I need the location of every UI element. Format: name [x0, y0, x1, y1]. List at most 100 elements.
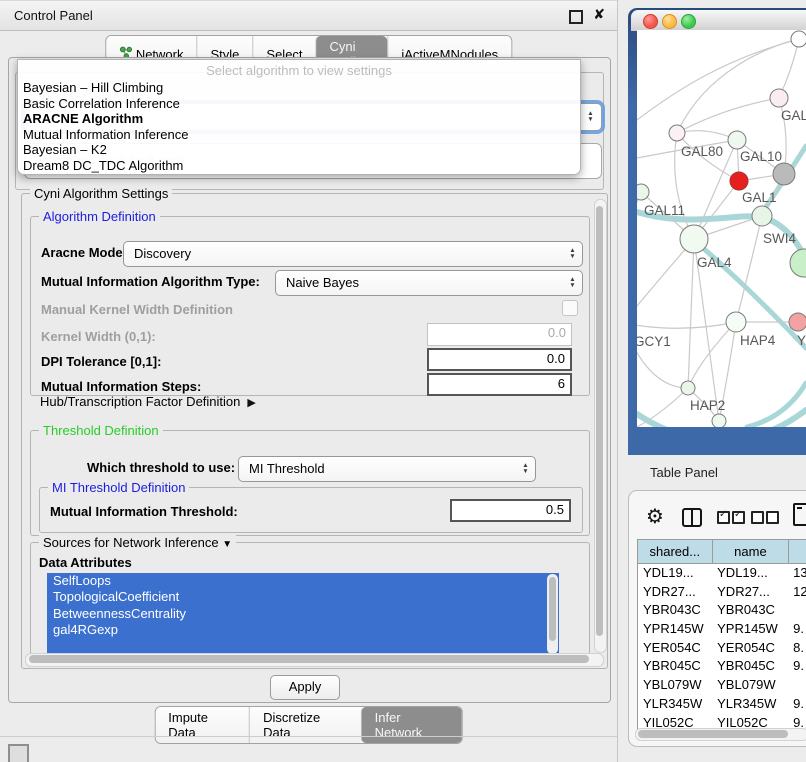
network-node[interactable] — [669, 125, 685, 141]
algorithm-option[interactable]: Bayesian – Hill Climbing — [18, 80, 580, 96]
sources-legend[interactable]: Sources for Network Inference ▼ — [39, 535, 236, 550]
manual-kernel-label: Manual Kernel Width Definition — [41, 302, 233, 317]
dpi-tolerance-label: DPI Tolerance [0,1]: — [41, 354, 161, 369]
network-edge[interactable] — [688, 322, 736, 388]
select-all-checkbox-icon[interactable]: ✓ — [732, 511, 745, 524]
network-node[interactable] — [726, 312, 746, 332]
algorithm-option[interactable]: Basic Correlation Inference — [18, 96, 580, 112]
algorithm-option[interactable]: Dream8 DC_TDC Algorithm — [18, 158, 580, 174]
table-row[interactable]: YLR345WYLR345W9. — [638, 695, 806, 714]
table-cell: YER054C — [712, 639, 788, 658]
network-node[interactable] — [790, 249, 806, 277]
float-window-icon[interactable] — [569, 10, 583, 24]
table-horizontal-scrollbar[interactable] — [635, 728, 806, 741]
network-node[interactable] — [728, 131, 746, 149]
node-label: HAP4 — [740, 333, 776, 348]
column-layout-icon[interactable] — [682, 508, 702, 527]
network-edge[interactable] — [637, 323, 688, 388]
table-cell: YDL19... — [712, 564, 788, 583]
network-edge[interactable] — [736, 216, 762, 322]
mi-type-combo[interactable]: Naive Bayes ▲▼ — [275, 270, 583, 296]
table-row[interactable]: YBL079WYBL079W — [638, 676, 806, 695]
settings-horizontal-scrollbar[interactable] — [25, 653, 604, 667]
table-cell: YLR345W — [638, 695, 712, 714]
network-node[interactable] — [637, 184, 649, 200]
algorithm-option[interactable]: Bayesian – K2 — [18, 142, 580, 158]
mi-threshold-field[interactable]: 0.5 — [450, 499, 571, 522]
table-cell: 9. — [788, 620, 806, 639]
algorithm-option[interactable]: ARACNE Algorithm — [18, 111, 580, 127]
table-cell: 9. — [788, 657, 806, 676]
algorithm-dropdown-items: Bayesian – Hill ClimbingBasic Correlatio… — [18, 80, 580, 174]
close-icon[interactable]: ✘ — [593, 6, 605, 23]
cyni-toolbox-panel: Inference Algorithm ▲ ▼ gal-filtered sif… — [8, 57, 611, 703]
apply-button[interactable]: Apply — [270, 675, 340, 700]
network-node[interactable] — [681, 381, 695, 395]
network-node[interactable] — [712, 414, 726, 427]
column-header[interactable]: A — [789, 540, 806, 563]
network-canvas[interactable]: GALGAL80GAL10GAL1GAL11SWI4GAL4GCY1HAP4YH… — [637, 30, 806, 427]
combo-down-arrow-icon: ▼ — [587, 117, 593, 123]
settings-vertical-scrollbar[interactable] — [594, 199, 607, 653]
list-vertical-scrollbar[interactable] — [547, 574, 558, 654]
bottom-tab-infer-network[interactable]: Infer Network — [361, 707, 462, 743]
gear-icon[interactable]: ⚙ — [646, 504, 664, 529]
deselect-all-checkbox-icon[interactable] — [766, 511, 779, 524]
dpi-tolerance-field[interactable]: 0.0 — [427, 348, 572, 371]
attribute-item-selected[interactable]: gal4RGexp — [47, 622, 559, 638]
table-cell: YDL19... — [638, 564, 712, 583]
attribute-item-selected[interactable]: BetweennessCentrality — [47, 606, 559, 622]
network-edge[interactable] — [688, 239, 694, 388]
network-edge[interactable] — [637, 239, 694, 323]
threshold-definition-legend: Threshold Definition — [39, 423, 163, 438]
zoom-traffic-light-icon[interactable] — [681, 14, 696, 29]
network-window-titlebar[interactable] — [631, 10, 806, 31]
network-node[interactable] — [789, 313, 806, 331]
network-node[interactable] — [680, 225, 708, 253]
table-row[interactable]: YBR043CYBR043C — [638, 601, 806, 620]
network-edge[interactable] — [747, 383, 806, 427]
table-cell: YBL079W — [712, 676, 788, 695]
aracne-mode-combo[interactable]: Discovery ▲▼ — [123, 241, 583, 267]
scrollbar-thumb[interactable] — [638, 730, 788, 738]
which-threshold-combo[interactable]: MI Threshold ▲▼ — [238, 456, 536, 482]
mi-steps-field[interactable]: 6 — [427, 373, 572, 396]
new-table-icon[interactable] — [793, 503, 806, 526]
network-node[interactable] — [730, 172, 748, 190]
node-label: Y — [797, 333, 806, 348]
table-row[interactable]: YBR045CYBR045C9. — [638, 657, 806, 676]
network-node[interactable] — [773, 163, 795, 185]
attribute-item-selected[interactable]: SelfLoops — [47, 573, 559, 589]
attribute-item-selected[interactable]: TopologicalCoefficient — [47, 589, 559, 605]
close-traffic-light-icon[interactable] — [643, 14, 658, 29]
scrollbar-thumb[interactable] — [549, 577, 556, 641]
column-header[interactable]: shared... — [638, 540, 713, 563]
node-attribute-table: shared...nameA YDL19...YDL19...13YDR27..… — [637, 539, 806, 733]
kernel-width-field[interactable]: 0.0 — [427, 323, 572, 346]
network-edge[interactable] — [637, 322, 736, 328]
table-row[interactable]: YPR145WYPR145W9. — [638, 620, 806, 639]
table-row[interactable]: YDL19...YDL19...13 — [638, 564, 806, 583]
column-header[interactable]: name — [713, 540, 790, 563]
select-all-checkbox-icon[interactable]: ✓ — [717, 511, 730, 524]
algorithm-option[interactable]: Mutual Information Inference — [18, 127, 580, 143]
control-panel: Control Panel ✘ NetworkStyleSelectCyni T… — [0, 0, 618, 762]
table-row[interactable]: YER054CYER054C8. — [638, 639, 806, 658]
network-node[interactable] — [752, 206, 772, 226]
network-edge[interactable] — [677, 98, 779, 133]
scrollbar-thumb[interactable] — [596, 206, 603, 636]
table-cell: YER054C — [638, 639, 712, 658]
minimize-traffic-light-icon[interactable] — [662, 14, 677, 29]
hub-definition-toggle[interactable]: Hub/Transcription Factor Definition▶ — [40, 394, 256, 409]
table-row[interactable]: YDR27...YDR27...12 — [638, 583, 806, 602]
network-window[interactable]: GALGAL80GAL10GAL1GAL11SWI4GAL4GCY1HAP4YH… — [628, 8, 806, 455]
manual-kernel-checkbox[interactable] — [562, 300, 578, 316]
deselect-all-checkbox-icon[interactable] — [751, 511, 764, 524]
data-attributes-list[interactable]: SelfLoopsTopologicalCoefficientBetweenne… — [47, 573, 559, 655]
bottom-tab-discretize-data[interactable]: Discretize Data — [249, 707, 360, 743]
network-node[interactable] — [791, 31, 806, 47]
network-node[interactable] — [770, 89, 788, 107]
minimized-widget[interactable] — [8, 744, 29, 762]
bottom-tab-impute-data[interactable]: Impute Data — [155, 707, 249, 743]
scrollbar-thumb[interactable] — [29, 655, 589, 663]
